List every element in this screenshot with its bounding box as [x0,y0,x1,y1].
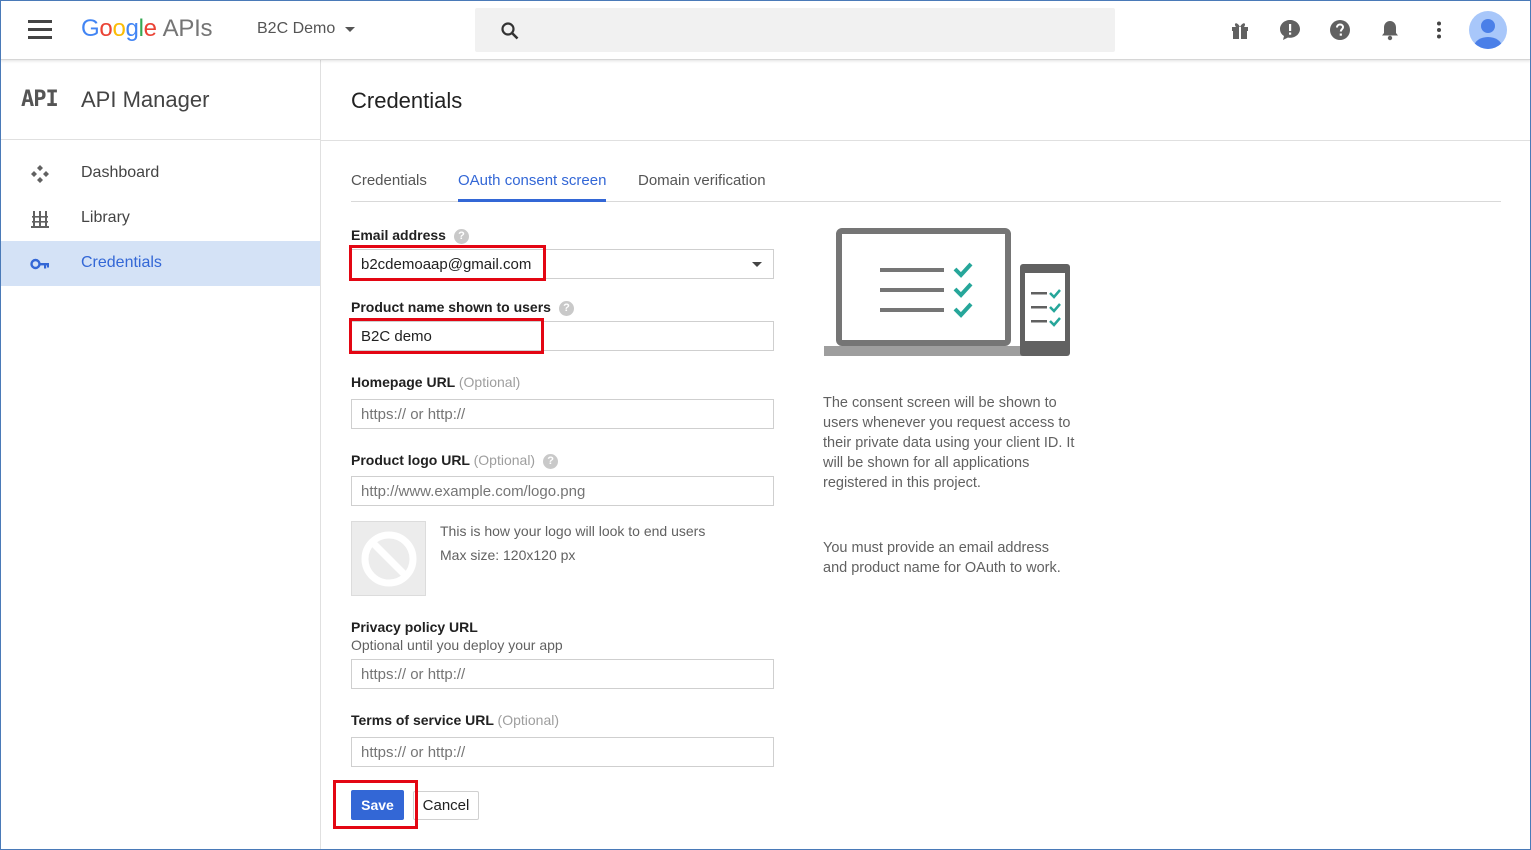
tab-bar: Credentials OAuth consent screen Domain … [351,163,1501,202]
requirements-info-paragraph: You must provide an email address and pr… [823,540,1061,576]
gift-icon[interactable] [1229,19,1251,41]
project-selector[interactable]: B2C Demo [257,20,356,38]
sidebar-header: API API Manager [0,60,320,140]
sidebar-item-library[interactable]: Library [0,196,320,241]
privacy-policy-label-text: Privacy policy URL [351,619,478,635]
consent-info-paragraph: The consent screen will be shown to user… [823,395,1075,491]
sidebar: API API Manager Dashboard Library Creden… [0,60,321,850]
logo-letter: o [99,15,113,42]
homepage-url-label-text: Homepage URL [351,374,455,390]
save-button[interactable]: Save [351,790,404,820]
sidebar-item-label: Library [81,209,130,226]
logo-letter: G [81,15,100,42]
terms-of-service-url-field[interactable]: https:// or http:// [351,737,774,767]
sidebar-nav: Dashboard Library Credentials [0,151,320,286]
privacy-policy-label: Privacy policy URL [351,619,478,635]
privacy-policy-hint: Optional until you deploy your app [351,637,563,653]
account-avatar-icon[interactable] [1469,11,1507,49]
consent-screen-illustration-icon [824,228,1070,356]
help-icon[interactable]: ? [558,300,574,316]
email-label: Email address? [351,227,469,244]
notifications-icon[interactable] [1379,19,1401,41]
feedback-icon[interactable] [1279,19,1301,41]
email-label-text: Email address [351,227,446,243]
email-value: b2cdemoaap@gmail.com [361,256,532,273]
product-logo-url-label: Product logo URL (Optional)? [351,452,559,469]
tab-oauth-consent-screen[interactable]: OAuth consent screen [458,172,607,202]
api-logo-badge: API [21,87,59,112]
field-placeholder: https:// or http:// [361,744,466,761]
help-icon[interactable]: ? [543,453,559,469]
field-placeholder: https:// or http:// [361,666,466,683]
google-apis-logo[interactable]: Google APIs [81,15,212,43]
chevron-down-icon [345,26,356,32]
key-icon [30,258,49,270]
optional-hint: (Optional) [473,452,536,468]
sidebar-item-label: Dashboard [81,164,160,181]
project-name: B2C Demo [257,20,336,37]
logo-letter: e [143,15,157,42]
field-placeholder: http://www.example.com/logo.png [361,483,586,500]
tab-domain-verification[interactable]: Domain verification [638,172,766,202]
search-bar[interactable] [475,8,1115,52]
optional-hint: (Optional) [458,374,521,390]
cancel-button[interactable]: Cancel [413,791,479,820]
product-name-value: B2C demo [361,328,432,345]
sidebar-title: API Manager [81,87,210,112]
sidebar-item-label: Credentials [81,254,162,271]
top-app-bar: Google APIs B2C Demo [0,0,1531,60]
homepage-url-field[interactable]: https:// or http:// [351,399,774,429]
terms-of-service-label: Terms of service URL (Optional) [351,712,559,728]
optional-hint: (Optional) [497,712,560,728]
search-icon [501,22,519,40]
email-select[interactable]: b2cdemoaap@gmail.com [351,249,774,279]
dashboard-icon [31,165,49,183]
product-name-label-text: Product name shown to users [351,299,551,315]
no-image-icon [361,531,417,587]
sidebar-item-dashboard[interactable]: Dashboard [0,151,320,196]
sidebar-item-credentials[interactable]: Credentials [0,241,320,286]
chevron-down-icon [752,262,762,267]
help-icon[interactable]: ? [453,228,469,244]
product-logo-url-field[interactable]: http://www.example.com/logo.png [351,476,774,506]
library-icon [31,211,49,228]
tab-credentials[interactable]: Credentials [351,172,427,202]
terms-of-service-label-text: Terms of service URL [351,712,494,728]
logo-letter: o [112,15,126,42]
page-title: Credentials [351,88,463,113]
product-name-field[interactable]: B2C demo [351,321,774,351]
logo-letter: g [125,15,139,42]
field-placeholder: https:// or http:// [361,406,466,423]
menu-icon[interactable] [28,20,54,40]
more-vert-icon[interactable] [1428,19,1450,41]
logo-preview [351,521,426,596]
logo-suffix: APIs [162,15,213,42]
homepage-url-label: Homepage URL (Optional) [351,374,520,390]
help-icon[interactable] [1329,19,1351,41]
product-logo-url-label-text: Product logo URL [351,452,470,468]
page-header: Credentials [321,60,1531,141]
logo-note: This is how your logo will look to end u… [440,523,706,539]
logo-size-note: Max size: 120x120 px [440,547,576,563]
product-name-label: Product name shown to users? [351,299,574,316]
privacy-policy-url-field[interactable]: https:// or http:// [351,659,774,689]
